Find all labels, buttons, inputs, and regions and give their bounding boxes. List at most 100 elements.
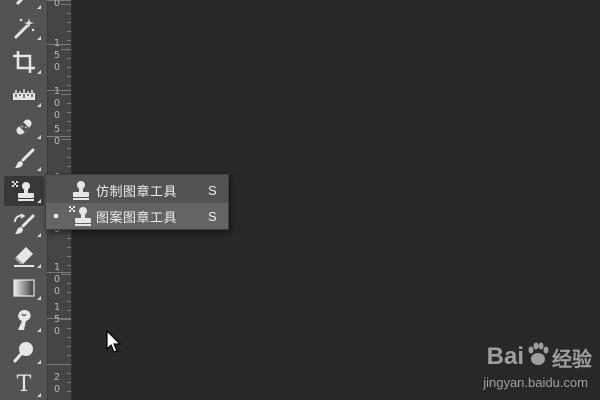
ruler-tick xyxy=(61,274,71,275)
submenu-corner-indicator xyxy=(37,264,41,268)
ruler-tick xyxy=(67,31,71,32)
ruler-digit: 5 xyxy=(53,50,61,61)
type-tool-button[interactable]: T xyxy=(4,370,44,400)
ruler-tick xyxy=(67,40,71,41)
pattern-stamp-icon xyxy=(66,206,96,226)
ruler-tick xyxy=(67,103,71,104)
ruler-tick xyxy=(61,49,71,50)
stamp-tools-flyout-menu: 仿制图章工具 S 图案图章工具 S xyxy=(45,174,229,230)
dodge-icon xyxy=(12,340,36,364)
smudge-tool-button[interactable] xyxy=(4,305,44,335)
clone-stamp-icon xyxy=(66,180,96,200)
submenu-corner-indicator xyxy=(37,135,41,139)
ruler-tick xyxy=(61,94,71,95)
ruler-tick xyxy=(67,382,71,383)
ruler-digit: 2 xyxy=(53,372,61,383)
brush-tool-button[interactable] xyxy=(4,144,44,174)
dodge-tool-button[interactable] xyxy=(4,337,44,367)
eraser-icon xyxy=(12,244,36,268)
ruler-tick xyxy=(67,130,71,131)
ruler-tick xyxy=(67,166,71,167)
magic-wand-icon xyxy=(12,16,36,40)
eraser-tool-button[interactable] xyxy=(4,241,44,271)
submenu-corner-indicator xyxy=(37,328,41,332)
ruler-tick xyxy=(61,4,71,5)
jingyan-text: 经验 xyxy=(552,346,592,371)
tools-panel: T xyxy=(0,0,48,400)
healing-brush-tool-button[interactable] xyxy=(4,112,44,142)
ruler-tick xyxy=(67,247,71,248)
ruler-tick xyxy=(67,22,71,23)
baidu-logo: Bai 经验 xyxy=(487,342,592,372)
ruler-digit: 0 xyxy=(53,286,61,297)
smudge-finger-icon xyxy=(12,308,36,332)
ruler-digit: 1 xyxy=(53,86,61,97)
ruler-major-tick xyxy=(47,364,71,365)
submenu-corner-indicator xyxy=(37,5,41,9)
ruler-digit: 5 xyxy=(53,314,61,325)
ruler-tick xyxy=(67,58,71,59)
ruler-tick xyxy=(67,112,71,113)
ruler-tick xyxy=(67,328,71,329)
submenu-corner-indicator xyxy=(37,103,41,107)
submenu-corner-indicator xyxy=(37,233,41,237)
ruler-digit: 0 xyxy=(53,110,61,121)
selection-check xyxy=(46,214,66,218)
quick-selection-tool-button[interactable] xyxy=(4,0,44,12)
ruler-digit: 0 xyxy=(53,62,61,73)
submenu-corner-indicator xyxy=(37,36,41,40)
ruler-digit: 0 xyxy=(53,98,61,109)
ruler-tick xyxy=(67,337,71,338)
ruler-tick xyxy=(67,292,71,293)
ruler-tick xyxy=(67,301,71,302)
ruler-digit: 0 xyxy=(53,0,61,9)
pattern-stamp-icon xyxy=(11,180,37,202)
ruler-digit: 0 xyxy=(53,274,61,285)
crop-icon xyxy=(12,50,36,74)
history-brush-icon xyxy=(12,213,36,237)
ruler-digit: 1 xyxy=(53,38,61,49)
submenu-corner-indicator xyxy=(37,70,41,74)
ruler-digit: 1 xyxy=(53,262,61,273)
pattern-stamp-tool-button[interactable] xyxy=(4,176,44,206)
flyout-item-label: 图案图章工具 xyxy=(96,210,178,226)
submenu-corner-indicator xyxy=(37,393,41,397)
crop-tool-button[interactable] xyxy=(4,47,44,77)
gradient-tool-button[interactable] xyxy=(4,273,44,303)
ruler-tick xyxy=(67,265,71,266)
ruler-digit: 0 xyxy=(53,326,61,337)
flyout-item-clone-stamp[interactable]: 仿制图章工具 S xyxy=(46,177,228,203)
ruler-tick xyxy=(67,355,71,356)
ruler-icon xyxy=(12,88,36,102)
ruler-tick xyxy=(67,373,71,374)
ruler-tick xyxy=(67,238,71,239)
ruler-tool-button[interactable] xyxy=(4,80,44,110)
ruler-digit: 0 xyxy=(53,136,61,147)
ruler-tick xyxy=(67,157,71,158)
flyout-item-shortcut: S xyxy=(208,182,217,198)
flyout-item-shortcut: S xyxy=(208,208,217,224)
flyout-item-pattern-stamp[interactable]: 图案图章工具 S xyxy=(46,203,228,229)
mouse-pointer-icon xyxy=(106,329,122,358)
ruler-tick xyxy=(67,346,71,347)
submenu-corner-indicator xyxy=(37,360,41,364)
ruler-tick xyxy=(61,139,71,140)
type-icon: T xyxy=(16,372,32,397)
baidu-jingyan-watermark: Bai 经验 jingyan.baidu.com xyxy=(442,342,592,390)
ruler-tick xyxy=(61,319,71,320)
magic-wand-tool-button[interactable] xyxy=(4,13,44,43)
ruler-tick xyxy=(67,76,71,77)
brush-icon xyxy=(12,147,36,171)
quick-selection-icon xyxy=(13,0,35,8)
submenu-corner-indicator xyxy=(37,296,41,300)
baidu-paw-icon xyxy=(526,341,550,374)
submenu-corner-indicator xyxy=(37,199,41,203)
ruler-digit: 1 xyxy=(53,302,61,313)
ruler-tick xyxy=(67,283,71,284)
ruler-tick xyxy=(67,13,71,14)
ruler-digit: 5 xyxy=(53,124,61,135)
ruler-tick xyxy=(67,391,71,392)
healing-bandage-icon xyxy=(12,115,36,139)
history-brush-tool-button[interactable] xyxy=(4,210,44,240)
baidu-logo-text: Bai xyxy=(486,343,524,370)
